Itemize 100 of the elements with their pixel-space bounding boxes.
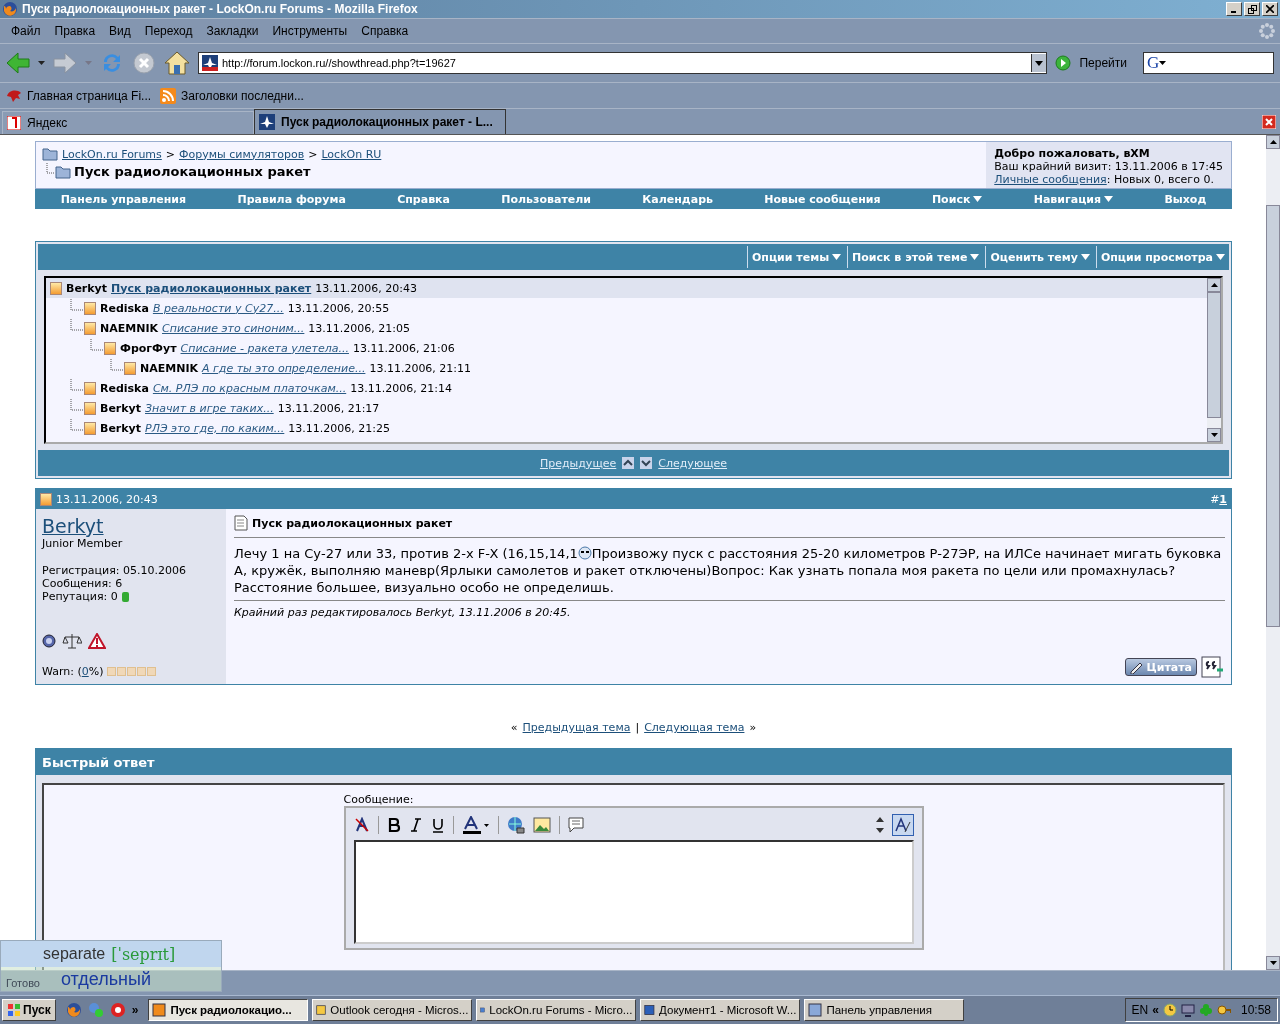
multi-quote-icon[interactable] [1201, 656, 1225, 678]
address-bar[interactable]: http://forum.lockon.ru//showthread.php?t=19627 [198, 52, 1048, 74]
underline-icon[interactable] [430, 817, 445, 833]
menu-item[interactable]: Переход [137, 24, 200, 38]
bold-icon[interactable] [386, 817, 401, 833]
firefox-icon[interactable] [65, 1002, 82, 1018]
go-button[interactable]: Перейти [1079, 56, 1127, 70]
navbar-link[interactable]: Пользователи [501, 192, 591, 206]
scroll-down-icon[interactable] [1210, 433, 1218, 437]
caret-icon[interactable] [1159, 61, 1167, 65]
menu-item[interactable]: Инструменты [265, 24, 355, 38]
post-link[interactable]: А где ты это определение... [202, 361, 366, 375]
previous-post-link[interactable]: Предыдущее [539, 456, 617, 470]
scroll-up-icon[interactable] [1210, 283, 1218, 287]
image-icon[interactable] [532, 817, 551, 833]
private-messages-link[interactable]: Личные сообщения [994, 173, 1107, 186]
scroll-down-icon[interactable] [1269, 961, 1277, 965]
thread-menu-button[interactable]: Поиск в этой теме [847, 246, 984, 268]
next-post-link[interactable]: Следующее [658, 456, 728, 470]
quick-launch-more[interactable]: » [131, 1003, 139, 1017]
navbar-link[interactable]: Календарь [642, 192, 713, 206]
previous-thread-link[interactable]: Предыдущая тема [522, 721, 631, 734]
taskbar-button[interactable]: Outlook сегодня - Micros... [312, 999, 473, 1021]
scroll-up-icon[interactable] [1269, 140, 1277, 144]
thread-menu-button[interactable]: Опции просмотра [1095, 246, 1229, 268]
thread-menu-button[interactable]: Оценить тему [985, 246, 1094, 268]
language-indicator[interactable]: EN [1131, 1003, 1149, 1017]
thread-tree-row[interactable]: Berkyt Значит в игре таких... 13.11.2006, 21:17 [46, 398, 1207, 418]
post-link[interactable]: Значит в игре таких... [145, 401, 274, 415]
switch-mode-icon[interactable] [891, 814, 914, 836]
text-color-icon[interactable] [461, 816, 490, 834]
post-link[interactable]: РЛЭ это где, по каким... [145, 421, 285, 435]
thread-tree-row[interactable]: NAEMNIK Списание это синоним... 13.11.2006, 21:05 [46, 318, 1207, 338]
post-link[interactable]: Списание - ракета улетела... [180, 341, 349, 355]
link-icon[interactable] [506, 816, 525, 834]
breadcrumb-link[interactable]: LockOn.ru Forums [62, 147, 162, 161]
navbar-link[interactable]: Новые сообщения [764, 192, 881, 206]
stop-icon[interactable] [132, 51, 156, 75]
start-button[interactable]: Пуск [2, 999, 56, 1021]
post-number-link[interactable]: 1 [1219, 492, 1227, 506]
post-link[interactable]: Пуск радиолокационных ракет [111, 281, 312, 295]
bookmark-item[interactable]: Заголовки последни... [181, 88, 304, 103]
media-icon[interactable] [109, 1002, 126, 1018]
next-thread-link[interactable]: Следующая тема [644, 721, 745, 734]
thread-tree-row[interactable]: Berkyt РЛЭ это где, по каким... 13.11.2006, 21:25 [46, 418, 1207, 438]
warn-level-link[interactable]: 0 [81, 665, 89, 678]
thread-tree-row[interactable]: NAEMNIK А где ты это определение... 13.11.2006, 21:11 [46, 358, 1207, 378]
thread-tree-row[interactable]: Berkyt Пуск радиолокационных ракет 13.11.2006, 20:43 [46, 278, 1207, 298]
breadcrumb-link[interactable]: Форумы симуляторов [179, 147, 305, 161]
browser-tab[interactable]: Пуск радиолокационных ракет - L... [254, 109, 506, 134]
dropdown-caret-icon[interactable] [38, 61, 45, 65]
close-button[interactable] [1262, 2, 1278, 16]
menu-item[interactable]: Файл [4, 24, 48, 38]
thread-tree-row[interactable]: ФрогФут Списание - ракета улетела... 13.11.2006, 21:06 [46, 338, 1207, 358]
taskbar-button[interactable]: LockOn.ru Forums - Micro... [476, 999, 637, 1021]
taskbar-button[interactable]: Документ1 - Microsoft W... [640, 999, 801, 1021]
pencil-icon [1130, 660, 1145, 674]
taskbar-button[interactable]: Пуск радиолокацио... [148, 999, 309, 1021]
down-arrow-icon[interactable] [640, 457, 653, 469]
thread-menu-button[interactable]: Опции темы [746, 246, 846, 268]
computer-icon[interactable] [1180, 1003, 1195, 1017]
post-link[interactable]: Списание это синоним... [162, 321, 305, 335]
menu-item[interactable]: Вид [102, 24, 138, 38]
post-link[interactable]: См. РЛЭ по красным платочкам... [152, 381, 347, 395]
navbar-link[interactable]: Выход [1164, 192, 1207, 206]
clock-icon[interactable] [1162, 1003, 1177, 1017]
scrollbar[interactable] [1207, 278, 1221, 442]
taskbar-button[interactable]: Панель управления [804, 999, 965, 1021]
navbar-link[interactable]: Справка [397, 192, 450, 206]
resize-icon[interactable] [875, 816, 884, 834]
home-icon[interactable] [164, 51, 190, 75]
page-scrollbar[interactable] [1266, 135, 1280, 970]
menu-item[interactable]: Закладки [199, 24, 266, 38]
breadcrumb-link[interactable]: LockOn RU [321, 147, 382, 161]
key-icon[interactable] [1216, 1003, 1231, 1017]
url-dropdown-button[interactable] [1031, 54, 1047, 72]
up-arrow-icon[interactable] [622, 457, 635, 469]
restore-button[interactable] [1244, 2, 1260, 16]
minimize-button[interactable] [1226, 2, 1242, 16]
menu-item[interactable]: Справка [354, 24, 416, 38]
search-field[interactable]: G [1143, 52, 1274, 74]
menu-item[interactable]: Правка [47, 24, 103, 38]
tray-expand-button[interactable]: « [1152, 1003, 1159, 1017]
username-link[interactable]: Berkyt [42, 515, 220, 537]
post-link[interactable]: В реальности у Су27... [152, 301, 284, 315]
italic-icon[interactable] [408, 817, 423, 833]
bookmark-item[interactable]: Главная страница Fi... [27, 88, 152, 103]
remove-format-icon[interactable] [353, 817, 370, 833]
browser-tab[interactable]: Яндекс [2, 111, 254, 134]
close-tab-icon[interactable] [1262, 115, 1276, 129]
thread-tree-row[interactable]: Rediska В реальности у Су27... 13.11.2006, 20:55 [46, 298, 1207, 318]
navbar-link[interactable]: Навигация [1033, 192, 1114, 206]
message-input[interactable] [353, 840, 914, 944]
search-engine-logo[interactable]: G [1147, 54, 1160, 72]
thread-tree-row[interactable]: Rediska См. РЛЭ по красным платочкам... 13.11.2006, 21:14 [46, 378, 1207, 398]
navbar-link[interactable]: Панель управления [60, 192, 187, 206]
go-icon[interactable] [1055, 55, 1072, 71]
navbar-link[interactable]: Правила форума [237, 192, 346, 206]
quote-icon[interactable] [567, 817, 584, 833]
navbar-link[interactable]: Поиск [931, 192, 983, 206]
